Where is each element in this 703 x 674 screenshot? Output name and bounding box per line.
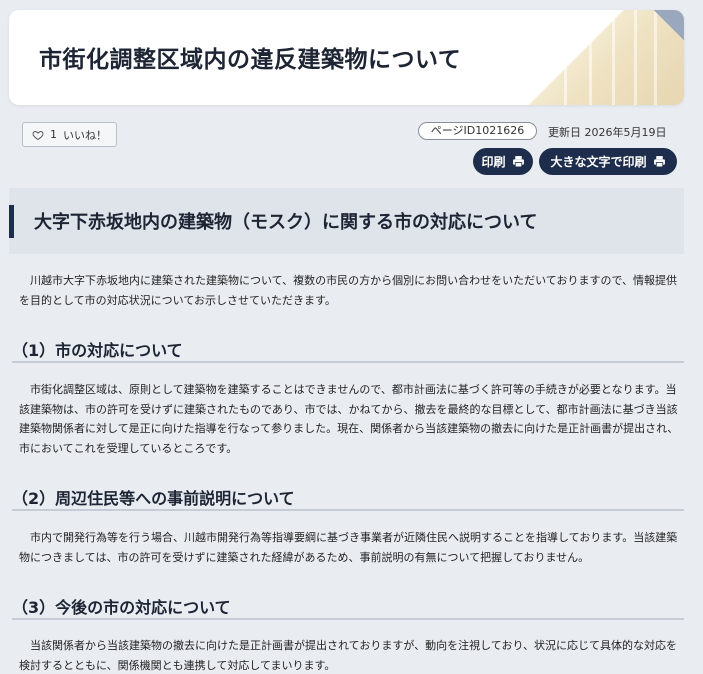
page-title-card: 市街化調整区域内の違反建築物について [9, 10, 684, 105]
subsection-body-2: 市内で開発行為等を行う場合、川越市開発行為等指導要綱に基づき事業者が近隣住民へ説… [19, 531, 678, 564]
like-button[interactable]: 1 いいね！ [22, 122, 117, 147]
subsection-body-3: 当該関係者から当該建築物の撤去に向けた是正計画書が提出されておりますが、動向を注… [19, 639, 678, 672]
large-text-print-button[interactable]: 大きな文字で印刷 [539, 148, 677, 175]
subsection-heading-3: （3）今後の市の対応について [12, 594, 684, 620]
subsection-heading-1: （1）市の対応について [12, 337, 684, 363]
page-id-badge: ページID1021626 [418, 122, 537, 140]
printer-icon [512, 156, 524, 168]
page-title: 市街化調整区域内の違反建築物について [39, 47, 462, 73]
section-heading: 大字下赤坂地内の建築物（モスク）に関する市の対応について [34, 212, 538, 233]
print-label: 印刷 [481, 155, 506, 169]
heart-icon [32, 130, 44, 140]
large-print-label: 大きな文字で印刷 [550, 155, 647, 169]
intro-paragraph: 川越市大字下赤坂地内に建築された建築物について、複数の市民の方から個別にお問い合… [19, 274, 678, 307]
print-button[interactable]: 印刷 [473, 148, 533, 175]
title-decoration [494, 10, 684, 105]
printer-icon [653, 156, 665, 168]
updated-date: 更新日 2026年5月19日 [548, 126, 667, 139]
like-label: いいね！ [63, 128, 107, 142]
subsection-heading-2: （2）周辺住民等への事前説明について [12, 485, 684, 511]
heading-accent-bar [9, 205, 14, 238]
like-count: 1 [50, 128, 57, 141]
section-heading-box: 大字下赤坂地内の建築物（モスク）に関する市の対応について [9, 188, 684, 254]
subsection-body-1: 市街化調整区域は、原則として建築物を建築することはできませんので、都市計画法に基… [19, 383, 679, 455]
